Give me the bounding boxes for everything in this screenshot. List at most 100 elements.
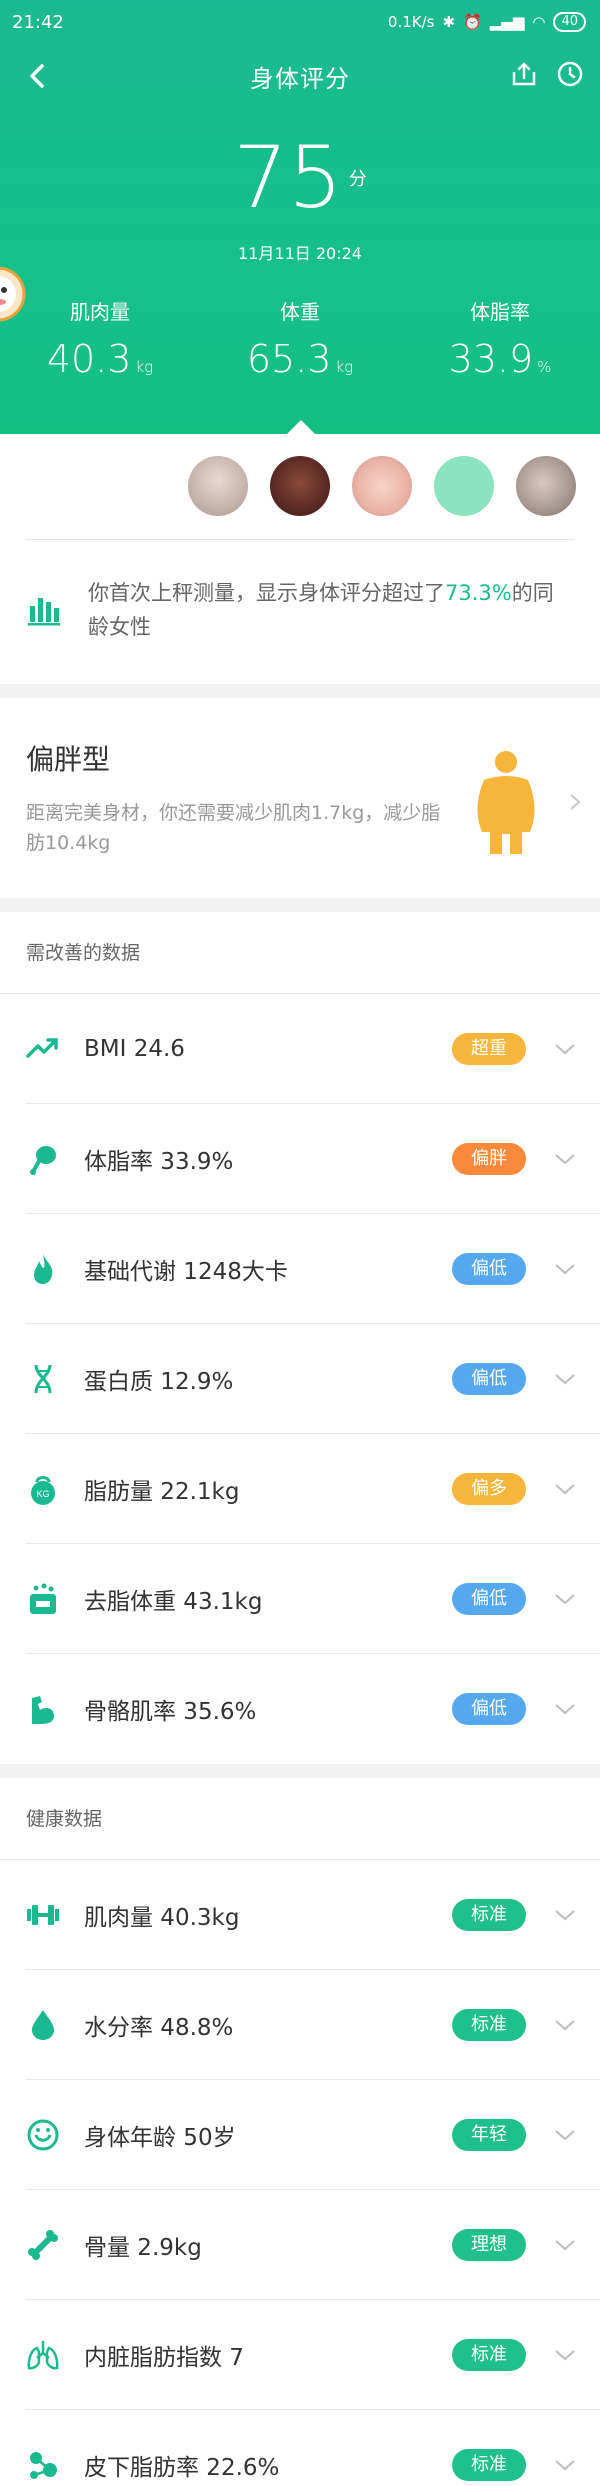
list-item[interactable]: 体脂率 33.9% 偏胖 (26, 1104, 600, 1214)
body-type-card[interactable]: 偏胖型 距离完美身材，你还需要减少肌肉1.7kg，减少脂肪10.4kg (0, 698, 600, 898)
metric-label: 体重 (280, 300, 320, 324)
body-type-description: 距离完美身材，你还需要减少肌肉1.7kg，减少脂肪10.4kg (26, 802, 441, 854)
chevron-down-icon[interactable] (554, 2128, 576, 2142)
metric-pointer (287, 420, 315, 434)
list-item[interactable]: 骨量 2.9kg 理想 (26, 2190, 600, 2300)
chevron-down-icon[interactable] (554, 2018, 576, 2032)
status-badge: 标准 (452, 2449, 526, 2481)
status-badge: 偏多 (452, 1472, 526, 1505)
list-item[interactable]: 身体年龄 50岁 年轻 (26, 2080, 600, 2190)
water-drop-icon (26, 2008, 60, 2042)
metric-value-wrap: 65.3 kg (200, 337, 400, 381)
list-item[interactable]: 内脏脂肪指数 7 标准 (26, 2300, 600, 2410)
avatar[interactable] (270, 456, 330, 516)
chevron-down-icon[interactable] (554, 1702, 576, 1716)
chevron-down-icon[interactable] (554, 2348, 576, 2362)
item-label: 水分率 48.8% (84, 2014, 234, 2041)
list-item[interactable]: 水分率 48.8% 标准 (26, 1970, 600, 2080)
lungs-icon (26, 2338, 60, 2372)
section-title: 需改善的数据 (0, 912, 600, 994)
status-badge: 偏低 (452, 1252, 526, 1285)
list-item[interactable]: 肌肉量 40.3kg 标准 (26, 1860, 600, 1970)
improve-section: 需改善的数据 BMI 24.6 超重 体脂率 33.9% 偏胖 基础代谢 1248大卡偏… (0, 912, 600, 1764)
metric-value-wrap: 33.9% (400, 337, 600, 381)
summary: 你首次上秤测量，显示身体评分超过了73.3%的同龄女性 (0, 540, 600, 684)
section-title: 健康数据 (0, 1778, 600, 1860)
item-label: 肌肉量 40.3kg (84, 1904, 240, 1931)
history-clock-icon[interactable] (556, 60, 584, 88)
status-badge: 标准 (452, 2008, 526, 2041)
avatar[interactable] (352, 456, 412, 516)
list-item[interactable]: 骨骼肌率 35.6% 偏低 (26, 1654, 600, 1764)
item-label: BMI 24.6 (84, 1035, 185, 1062)
chevron-right-icon (570, 794, 581, 810)
metric-value-wrap: 40.3 kg (0, 337, 200, 381)
status-badge: 偏低 (452, 1582, 526, 1615)
metric-weight: 体重 65.3 kg (200, 296, 400, 381)
status-badge: 偏低 (452, 1362, 526, 1395)
item-label: 内脏脂肪指数 7 (84, 2344, 244, 2371)
avatar[interactable] (188, 456, 248, 516)
metric-unit: kg (135, 358, 154, 376)
score-display: 75 分 (0, 128, 600, 228)
page: 21:42 0.1K/s ✱ ⏰ ▂▄▆ ◠ 40 身体评分 75 分 11月1… (0, 0, 600, 2486)
network-speed: 0.1K/s (387, 13, 435, 31)
nav-bar: 身体评分 (0, 44, 600, 108)
battery-indicator: 40 (553, 12, 586, 32)
avatar[interactable] (434, 456, 494, 516)
item-label: 脂肪量 22.1kg (84, 1478, 240, 1505)
summary-percent: 73.3% (445, 581, 512, 605)
metric-unit: % (537, 358, 552, 376)
bluetooth-icon: ✱ (442, 13, 456, 31)
trend-up-icon (26, 1032, 60, 1066)
health-section: 健康数据 肌肉量 40.3kg 标准 水分率 48.8% 标准 身体年龄 50岁 年轻 骨量… (0, 1778, 600, 2486)
chevron-down-icon[interactable] (554, 2458, 576, 2472)
summary-text-before: 你首次上秤测量，显示身体评分超过了 (88, 581, 445, 605)
chevron-down-icon[interactable] (554, 1592, 576, 1606)
section-divider (0, 1764, 600, 1778)
metric-body-fat: 体脂率 33.9% (400, 296, 600, 381)
chevron-down-icon[interactable] (554, 1908, 576, 1922)
section-divider (0, 898, 600, 912)
bicep-icon (26, 1692, 60, 1726)
chevron-down-icon[interactable] (554, 1482, 576, 1496)
chevron-down-icon[interactable] (554, 1152, 576, 1166)
chevron-down-icon[interactable] (554, 1372, 576, 1386)
metric-value: 65.3 (246, 337, 332, 381)
svg-text:KG: KG (36, 1489, 49, 1499)
list-item[interactable]: 蛋白质 12.9% 偏低 (26, 1324, 600, 1434)
list-item[interactable]: BMI 24.6 超重 (26, 994, 600, 1104)
status-time: 21:42 (12, 11, 64, 33)
chevron-down-icon[interactable] (554, 1042, 576, 1056)
chevron-down-icon[interactable] (554, 1262, 576, 1276)
chevron-down-icon[interactable] (554, 2238, 576, 2252)
molecule-icon (26, 2448, 60, 2482)
bone-icon (26, 2228, 60, 2262)
list-item[interactable]: 去脂体重 43.1kg 偏低 (26, 1544, 600, 1654)
back-arrow-icon[interactable] (22, 60, 54, 92)
page-title: 身体评分 (250, 64, 350, 93)
item-label: 蛋白质 12.9% (84, 1368, 234, 1395)
item-label: 体脂率 33.9% (84, 1148, 234, 1175)
dumbbell-icon (26, 1898, 60, 1932)
status-badge: 年轻 (452, 2118, 526, 2151)
drumstick-icon (26, 1142, 60, 1176)
flame-icon (26, 1252, 60, 1286)
measure-datetime: 11月11日 20:24 (238, 244, 362, 263)
score-header: 21:42 0.1K/s ✱ ⏰ ▂▄▆ ◠ 40 身体评分 75 分 11月1… (0, 0, 600, 434)
metric-muscle: 肌肉量 40.3 kg (0, 296, 200, 381)
wifi-icon: ◠ (532, 13, 546, 31)
section-divider (0, 684, 600, 698)
body-figure-icon (477, 751, 535, 854)
mascot-icon[interactable] (0, 252, 28, 336)
status-badge: 偏低 (452, 1693, 526, 1725)
list-item[interactable]: 基础代谢 1248大卡 偏低 (26, 1214, 600, 1324)
list-item[interactable]: KG 脂肪量 22.1kg 偏多 (26, 1434, 600, 1544)
share-icon[interactable] (510, 60, 538, 88)
list-item[interactable]: 皮下脂肪率 22.6% 标准 (26, 2410, 600, 2486)
status-badge: 理想 (452, 2228, 526, 2261)
lean-weight-icon (26, 1582, 60, 1616)
alarm-icon: ⏰ (463, 13, 482, 31)
summary-text: 你首次上秤测量，显示身体评分超过了73.3%的同龄女性 (88, 576, 574, 644)
avatar[interactable] (516, 456, 576, 516)
